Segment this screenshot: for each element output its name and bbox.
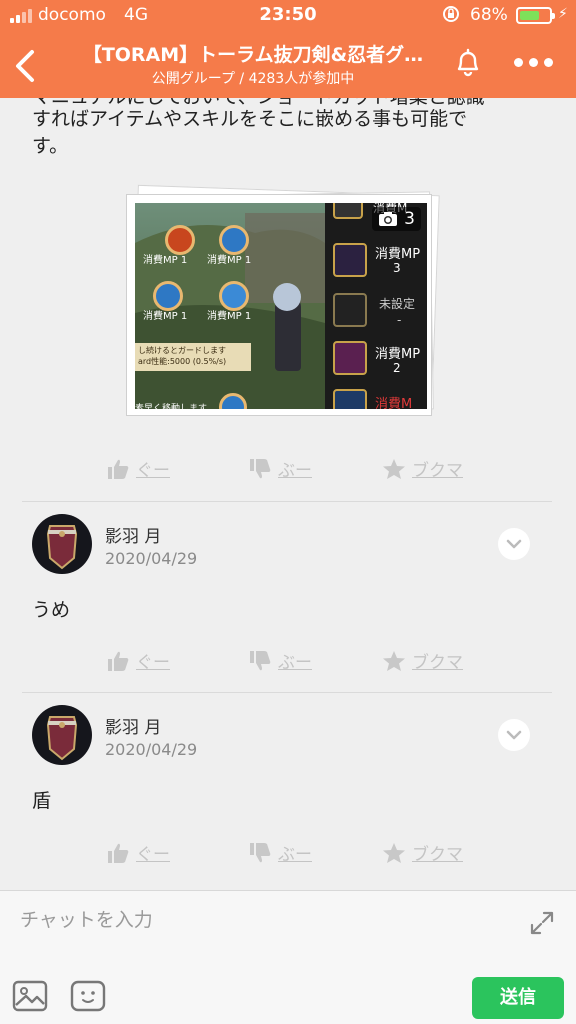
chevron-down-icon[interactable] [498, 719, 530, 751]
boo-button[interactable]: ぶー [248, 456, 312, 481]
battery-percent: 68% [470, 5, 508, 25]
bell-icon[interactable] [450, 44, 486, 80]
charging-icon: ⚡ [558, 6, 568, 22]
composer: チャットを入力 送信 [0, 890, 576, 1024]
thumbs-up-icon [108, 843, 129, 863]
game-screenshot: 消費MP 1 消費MP 1 消費MP 1 消費MP 1 し続けるとガードします … [135, 203, 427, 409]
comment-username: 影羽 月 [105, 718, 162, 738]
image-icon[interactable] [12, 979, 48, 1013]
avatar[interactable] [32, 514, 92, 574]
slot-icon [333, 293, 367, 327]
star-icon [383, 650, 405, 671]
avatar[interactable] [32, 705, 92, 765]
thumbs-up-icon [108, 459, 129, 479]
star-icon [383, 842, 405, 863]
battery-icon [516, 7, 555, 24]
photo-attachment[interactable]: 消費MP 1 消費MP 1 消費MP 1 消費MP 1 し続けるとガードします … [126, 184, 440, 416]
slot-label: 消費M [375, 397, 413, 409]
tooltip-line: 素早く移動します [135, 404, 208, 409]
divider [22, 501, 552, 502]
chevron-down-icon[interactable] [498, 528, 530, 560]
comment-text: うめ [32, 599, 71, 621]
group-title[interactable]: 【TORAM】トーラム抜刀剣&忍者グ… [70, 40, 436, 67]
photo-count-badge: 3 [372, 207, 421, 231]
comment-username: 影羽 月 [105, 527, 162, 547]
send-button[interactable]: 送信 [472, 977, 564, 1019]
orientation-lock-icon [443, 6, 459, 22]
chat-input[interactable]: チャットを入力 [20, 905, 153, 932]
slot-icon [333, 341, 367, 375]
message-text-line-2: す。 [32, 135, 69, 157]
thumbs-down-icon [250, 458, 271, 478]
good-button[interactable]: ぐー [106, 456, 170, 481]
divider [22, 692, 552, 693]
comment-date: 2020/04/29 [105, 549, 198, 568]
message-text-line-1: すればアイテムやスキルをそこに嵌める事も可能で [32, 108, 468, 130]
boo-button[interactable]: ぶー [248, 648, 312, 673]
slot-icon [333, 389, 367, 409]
status-bar: docomo 4G 23:50 68% ⚡ [0, 0, 576, 30]
comment-text: 盾 [32, 790, 52, 812]
reaction-row: ぐー ぶー ブクマ [0, 840, 576, 870]
star-icon [383, 458, 405, 479]
good-button[interactable]: ぐー [106, 648, 170, 673]
comment-date: 2020/04/29 [105, 740, 198, 759]
slot-label: 消費MP [375, 247, 421, 262]
slot-label: 未設定 [379, 297, 416, 311]
expand-icon[interactable] [528, 909, 556, 937]
top-bar: docomo 4G 23:50 68% ⚡ 【TORAM】トーラム抜刀剣&忍者グ… [0, 0, 576, 98]
boo-button[interactable]: ぶー [248, 840, 312, 865]
skill-label: 消費MP 1 [207, 311, 252, 322]
good-button[interactable]: ぐー [106, 840, 170, 865]
chat-content[interactable]: マニュアルにしておいて、ショートカット増築と認識 すればアイテムやスキルをそこに… [0, 98, 576, 890]
reaction-row: ぐー ぶー ブクマ [0, 648, 576, 678]
group-subtitle: 公開グループ / 4283人が参加中 [151, 71, 355, 87]
more-options-icon[interactable] [512, 58, 556, 70]
reaction-row: ぐー ぶー ブクマ [0, 456, 576, 486]
slot-icon [333, 203, 363, 219]
slot-icon [333, 243, 367, 277]
skill-label: 消費MP 1 [143, 311, 188, 322]
slot-value: - [397, 313, 402, 327]
emoji-icon[interactable] [70, 979, 106, 1013]
slot-value: 3 [393, 261, 401, 275]
bookmark-button[interactable]: ブクマ [382, 456, 463, 481]
skill-label: 消費MP 1 [143, 255, 188, 266]
tooltip-box: し続けるとガードします ard性能:5000 (0.5%/s) [135, 343, 251, 371]
camera-icon [379, 212, 398, 226]
thumbs-down-icon [250, 842, 271, 862]
slot-value: 2 [393, 361, 401, 375]
bookmark-button[interactable]: ブクマ [382, 648, 463, 673]
back-arrow-icon[interactable] [10, 46, 42, 86]
skill-label: 消費MP 1 [207, 255, 252, 266]
thumbs-down-icon [250, 650, 271, 670]
bookmark-button[interactable]: ブクマ [382, 840, 463, 865]
thumbs-up-icon [108, 651, 129, 671]
slot-label: 消費MP [375, 347, 421, 362]
photo-count: 3 [404, 209, 415, 229]
